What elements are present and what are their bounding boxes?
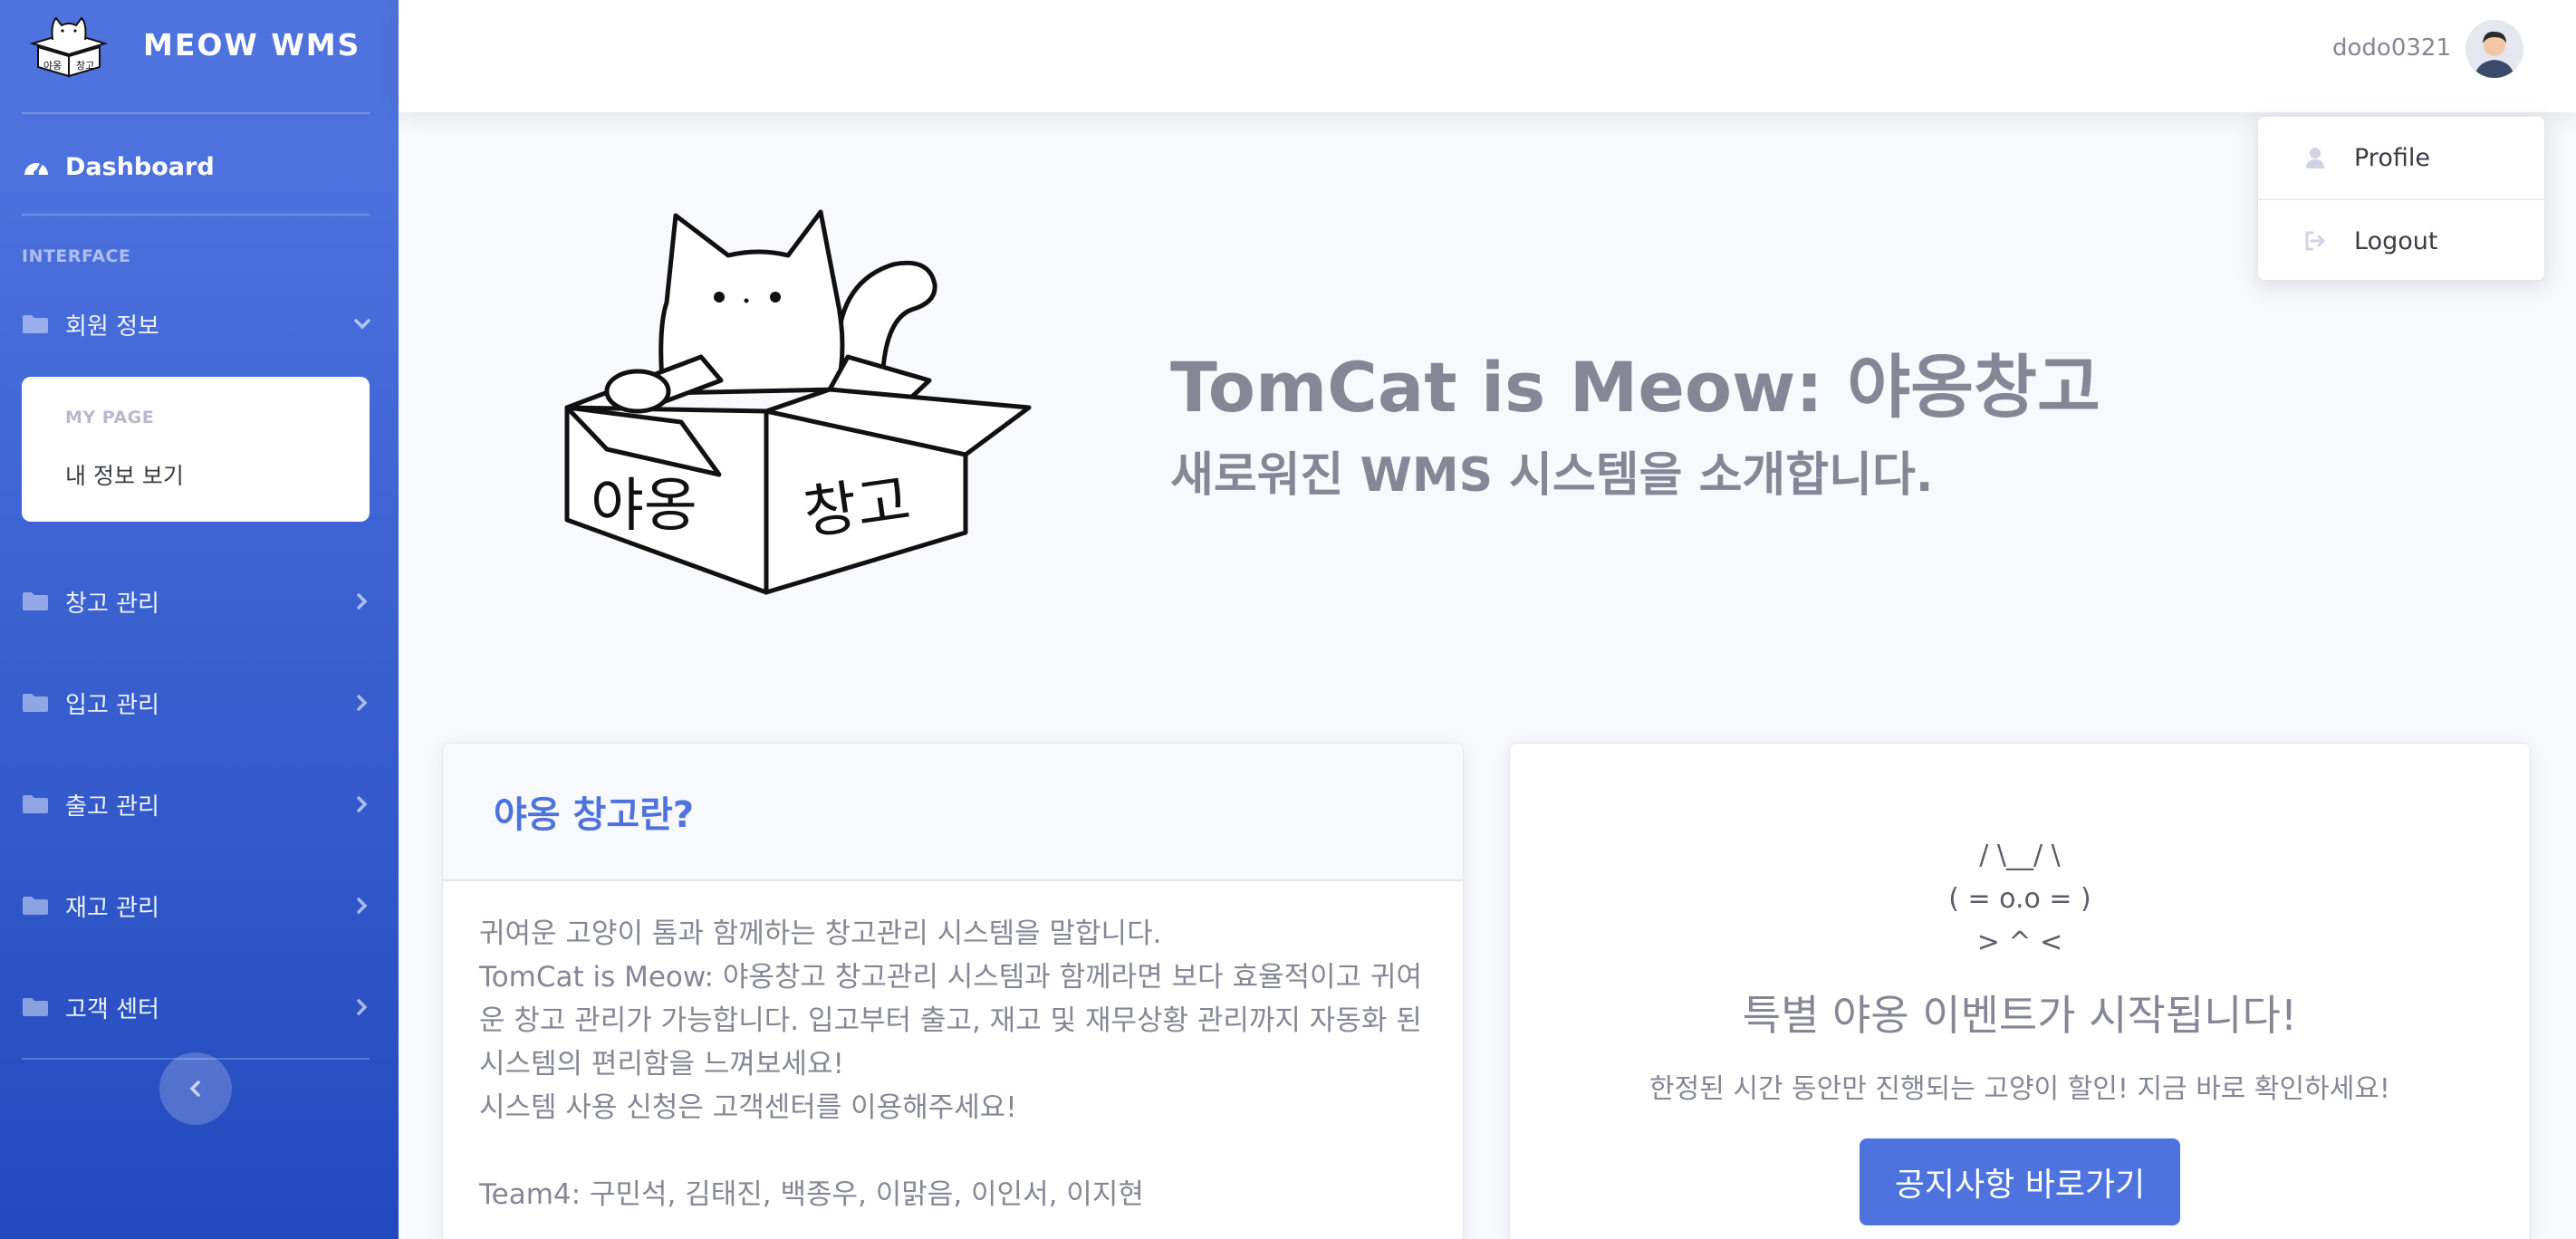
- cat-box-logo-icon: 야옹 창고: [29, 16, 109, 78]
- sidebar-item-label: 창고 관리: [65, 590, 159, 618]
- chevron-right-icon: [357, 695, 368, 711]
- sidebar-toggle-button[interactable]: [159, 1052, 232, 1125]
- about-line: TomCat is Meow: 야옹창고 창고관리 시스템과 함께라면 보다 효…: [479, 961, 1422, 1081]
- tachometer-icon: [24, 161, 48, 176]
- ascii-cat-art: / \__/ \( = o.o = ) > ^ <: [1948, 840, 2091, 958]
- folder-icon: [23, 998, 48, 1016]
- sign-out-icon: [2305, 231, 2326, 251]
- sidebar-item-label: Dashboard: [65, 152, 215, 181]
- sidebar-item-label: 고객 센터: [65, 995, 159, 1023]
- about-card: 야옹 창고란? 귀여운 고양이 톰과 함께하는 창고관리 시스템을 말합니다. …: [442, 743, 1464, 1239]
- card-header: 야옹 창고란?: [443, 744, 1463, 881]
- chevron-down-icon: [354, 319, 370, 330]
- folder-icon: [23, 592, 48, 610]
- folder-icon: [23, 795, 48, 813]
- sidebar-item-customer-center[interactable]: 고객 센터: [22, 984, 377, 1031]
- user-avatar-icon: [2465, 20, 2523, 78]
- cat-in-box-illustration: 야옹 창고: [564, 209, 1032, 595]
- logout-label: Logout: [2354, 226, 2438, 255]
- sidebar-item-label: 회원 정보: [65, 312, 159, 341]
- sidebar-item-label: 입고 관리: [65, 691, 159, 719]
- logout-menu-item[interactable]: Logout: [2258, 200, 2544, 282]
- chevron-left-icon: [189, 1081, 200, 1097]
- event-description: 한정된 시간 동안만 진행되는 고양이 할인! 지금 바로 확인하세요!: [1649, 1073, 2390, 1105]
- sidebar-heading: INTERFACE: [22, 246, 131, 266]
- sidebar-item-dashboard[interactable]: Dashboard: [22, 145, 215, 188]
- folder-icon: [23, 315, 48, 333]
- submenu-heading: MY PAGE: [65, 408, 155, 427]
- sidebar-divider: [22, 214, 370, 216]
- about-line: 시스템 사용 신청은 고객센터를 이용해주세요!: [479, 1091, 1017, 1124]
- card-body: 귀여운 고양이 톰과 함께하는 창고관리 시스템을 말합니다. TomCat i…: [479, 912, 1430, 1216]
- svg-text:야옹: 야옹: [43, 60, 62, 72]
- card-title: 야옹 창고란?: [494, 794, 695, 836]
- sidebar-item-label: 출고 관리: [65, 792, 159, 821]
- avatar[interactable]: [2465, 20, 2523, 78]
- sidebar-item-outbound[interactable]: 출고 관리: [22, 781, 377, 828]
- about-line: 귀여운 고양이 톰과 함께하는 창고관리 시스템을 말합니다.: [479, 917, 1162, 950]
- topbar: dodo0321: [399, 0, 2576, 112]
- svg-text:창고: 창고: [76, 60, 94, 72]
- svg-text:야옹: 야옹: [591, 473, 697, 540]
- sidebar-item-warehouse[interactable]: 창고 관리: [22, 578, 377, 625]
- submenu-item-my-info[interactable]: 내 정보 보기: [65, 458, 184, 491]
- sidebar-item-label: 재고 관리: [65, 894, 159, 922]
- profile-menu-item[interactable]: Profile: [2258, 117, 2544, 198]
- chevron-right-icon: [357, 898, 368, 914]
- brand-name: MEOW WMS: [143, 27, 361, 62]
- folder-icon: [23, 694, 48, 712]
- sidebar-brand[interactable]: 야옹 창고 MEOW WMS: [0, 0, 399, 112]
- notice-link-button[interactable]: 공지사항 바로가기: [1860, 1138, 2180, 1225]
- hero-title: TomCat is Meow: 야옹창고: [1170, 347, 2100, 427]
- sidebar-item-inbound[interactable]: 입고 관리: [22, 679, 377, 726]
- sidebar-item-inventory[interactable]: 재고 관리: [22, 882, 377, 929]
- user-dropdown-menu: Profile Logout: [2257, 116, 2545, 281]
- sidebar-item-member-info[interactable]: 회원 정보: [22, 301, 377, 348]
- event-title: 특별 야옹 이벤트가 시작됩니다!: [1742, 991, 2298, 1040]
- hero-subtitle: 새로워진 WMS 시스템을 소개합니다.: [1170, 448, 1934, 503]
- team-members: Team4: 구민석, 김태진, 백종우, 이맑음, 이인서, 이지현: [479, 1178, 1144, 1211]
- username-label[interactable]: dodo0321: [2332, 34, 2451, 62]
- chevron-right-icon: [357, 593, 368, 610]
- submenu-member-info: MY PAGE 내 정보 보기: [22, 377, 370, 522]
- chevron-right-icon: [357, 999, 368, 1015]
- folder-icon: [23, 897, 48, 915]
- sidebar: 야옹 창고 MEOW WMS Dashboard INTERFACE 회원 정보…: [0, 0, 399, 1239]
- sidebar-divider: [22, 112, 370, 114]
- user-icon: [2306, 148, 2324, 168]
- chevron-right-icon: [357, 796, 368, 812]
- event-card: / \__/ \( = o.o = ) > ^ < 특별 야옹 이벤트가 시작됩니…: [1509, 743, 2531, 1239]
- profile-label: Profile: [2354, 143, 2430, 172]
